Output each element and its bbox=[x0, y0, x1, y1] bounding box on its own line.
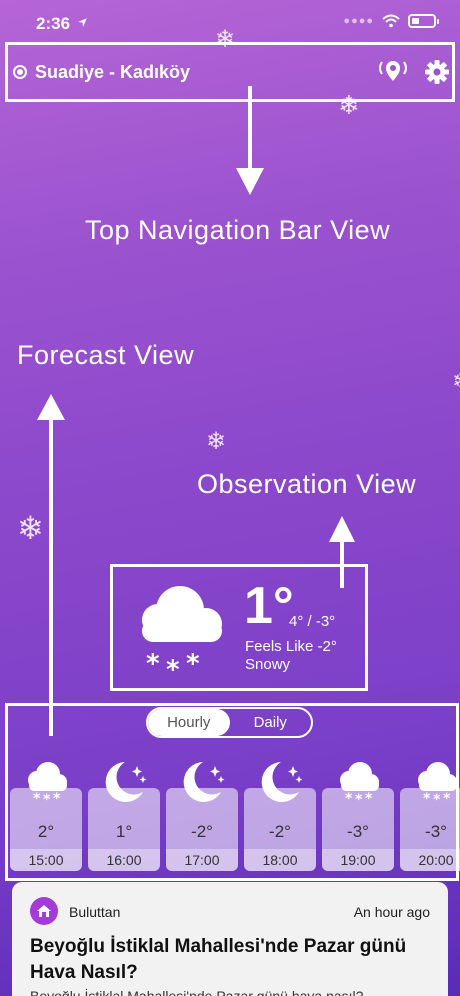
annotation-arrow-line bbox=[49, 418, 53, 736]
hourly-temp: 1° bbox=[115, 822, 133, 841]
annotation-arrow-line bbox=[248, 86, 252, 174]
snowflake-icon: ❄ bbox=[338, 90, 360, 120]
arrow-down-icon bbox=[236, 168, 264, 195]
news-time: An hour ago bbox=[353, 904, 430, 920]
news-body: Beyoğlu İstiklal Mahallesi'nde Pazar gün… bbox=[30, 988, 364, 996]
forecast-toggle[interactable]: Hourly Daily bbox=[146, 707, 313, 738]
feels-like: Feels Like -2° bbox=[245, 638, 337, 655]
svg-text:*: * bbox=[166, 655, 180, 680]
hourly-temp: -2° bbox=[191, 822, 213, 841]
news-card[interactable]: Buluttan An hour ago Beyoğlu İstiklal Ma… bbox=[12, 882, 448, 996]
news-source: Buluttan bbox=[69, 904, 121, 920]
gear-icon[interactable] bbox=[424, 59, 450, 85]
status-time: 2:36 bbox=[36, 14, 88, 34]
arrow-up-icon bbox=[329, 516, 355, 542]
svg-text:*: * bbox=[186, 649, 200, 679]
hourly-temp: -3° bbox=[347, 822, 369, 841]
svg-text:*: * bbox=[53, 791, 61, 804]
svg-text:*: * bbox=[43, 792, 51, 804]
status-icons: ●●●● bbox=[343, 14, 439, 28]
snow-cloud-icon: * * * bbox=[333, 760, 383, 809]
hourly-temp: -2° bbox=[269, 822, 291, 841]
tab-hourly[interactable]: Hourly bbox=[148, 709, 230, 736]
temperature-range: 4° / -3° bbox=[289, 613, 336, 630]
svg-text:*: * bbox=[423, 791, 431, 804]
moon-stars-icon bbox=[255, 758, 305, 813]
hourly-temp: -3° bbox=[425, 822, 447, 841]
snow-cloud-icon: * * * bbox=[142, 586, 222, 680]
snowflake-icon: ❄ bbox=[215, 26, 236, 53]
snowflake-icon: ❄ bbox=[17, 510, 44, 546]
snowflake-icon: ❄ bbox=[206, 428, 227, 455]
svg-text:*: * bbox=[443, 791, 451, 804]
current-temperature: 1° bbox=[244, 577, 294, 635]
weather-condition: Snowy bbox=[245, 656, 291, 673]
location-pin-icon[interactable] bbox=[376, 58, 410, 84]
hourly-time: 16:00 bbox=[88, 849, 160, 871]
annotation-forecast: Forecast View bbox=[17, 340, 195, 370]
arrow-up-icon bbox=[37, 394, 65, 420]
location-name[interactable]: Suadiye - Kadıköy bbox=[35, 62, 190, 83]
hourly-time: 17:00 bbox=[166, 849, 238, 871]
svg-text:*: * bbox=[33, 791, 41, 804]
battery-icon bbox=[408, 14, 439, 28]
annotation-top-nav: Top Navigation Bar View bbox=[85, 215, 391, 245]
tab-daily[interactable]: Daily bbox=[230, 709, 312, 736]
signal-icon: ●●●● bbox=[343, 15, 374, 27]
buluttan-logo-icon bbox=[30, 897, 58, 925]
hourly-time: 15:00 bbox=[10, 849, 82, 871]
annotation-observation: Observation View bbox=[197, 469, 417, 499]
location-arrow-icon bbox=[77, 18, 87, 27]
svg-text:*: * bbox=[345, 791, 353, 804]
wifi-icon bbox=[382, 14, 400, 28]
moon-stars-icon bbox=[99, 758, 149, 813]
snowflake-icon: ❄ bbox=[452, 370, 460, 394]
svg-text:*: * bbox=[433, 792, 441, 804]
moon-stars-icon bbox=[177, 758, 227, 813]
snow-cloud-icon: * * * bbox=[411, 760, 460, 809]
svg-text:*: * bbox=[365, 791, 373, 804]
snow-cloud-icon: * * * bbox=[21, 760, 71, 809]
hourly-time: 20:00 bbox=[400, 849, 460, 871]
news-title[interactable]: Beyoğlu İstiklal Mahallesi'nde Pazar gün… bbox=[30, 934, 440, 986]
hourly-temp: 2° bbox=[37, 822, 55, 841]
hourly-time: 18:00 bbox=[244, 849, 316, 871]
location-radio-icon[interactable] bbox=[13, 65, 27, 79]
hourly-time: 19:00 bbox=[322, 849, 394, 871]
svg-text:*: * bbox=[355, 792, 363, 804]
svg-text:*: * bbox=[146, 649, 160, 679]
